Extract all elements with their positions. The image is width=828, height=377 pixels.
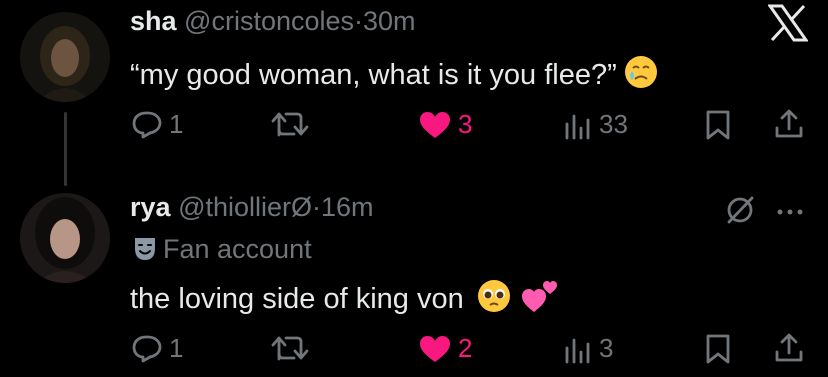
- separator-dot: ·: [354, 6, 364, 36]
- retweet-button[interactable]: [270, 109, 310, 139]
- avatar-sha[interactable]: [20, 12, 110, 102]
- pleading-face-icon: [476, 278, 512, 323]
- share-button[interactable]: [774, 331, 804, 365]
- like-button[interactable]: 3: [418, 109, 472, 140]
- tweet-text-row: the loving side of king von: [130, 276, 560, 323]
- bookmark-icon: [706, 110, 730, 140]
- user-handle[interactable]: @cristoncoles: [184, 6, 354, 36]
- heart-filled-icon: [420, 335, 450, 362]
- fan-account-label: Fan account: [133, 232, 312, 270]
- share-icon: [775, 109, 803, 138]
- view-count: 3: [599, 333, 614, 363]
- like-count: 2: [458, 333, 473, 363]
- bookmark-icon: [706, 334, 730, 364]
- bookmark-button[interactable]: [704, 109, 732, 141]
- grok-icon[interactable]: [724, 194, 756, 231]
- x-logo-icon[interactable]: [767, 4, 809, 47]
- reply-count: 1: [169, 333, 184, 363]
- reply-button[interactable]: 1: [131, 333, 183, 364]
- two-hearts-icon: [520, 276, 560, 323]
- reply-icon: [132, 335, 162, 362]
- tweet-text-row: “my good woman, what is it you flee?”: [130, 54, 659, 99]
- tweet-text: “my good woman, what is it you flee?”: [130, 59, 617, 91]
- reply-button[interactable]: 1: [131, 109, 183, 140]
- like-count: 3: [458, 109, 473, 139]
- share-icon: [775, 333, 803, 362]
- heart-filled-icon: [420, 111, 450, 138]
- avatar-photo-rya: [20, 193, 110, 283]
- reply-icon: [132, 111, 162, 138]
- face-holding-back-tears-icon: [623, 54, 659, 99]
- theater-masks-icon: [133, 236, 157, 270]
- like-button[interactable]: 2: [418, 333, 472, 364]
- timestamp[interactable]: 16m: [321, 192, 374, 222]
- tweet-text: the loving side of king von: [130, 283, 464, 315]
- avatar-photo-sha: [20, 12, 110, 102]
- views-button[interactable]: 3: [563, 333, 613, 364]
- retweet-icon: [271, 336, 309, 361]
- retweet-icon: [271, 112, 309, 137]
- avatar-rya[interactable]: [20, 193, 110, 283]
- views-chart-icon: [565, 114, 590, 139]
- tweet-header: sha @cristoncoles·30m: [130, 4, 416, 38]
- share-button[interactable]: [774, 107, 804, 141]
- views-button[interactable]: 33: [563, 109, 628, 140]
- view-count: 33: [599, 109, 628, 139]
- display-name[interactable]: sha: [130, 6, 177, 36]
- display-name[interactable]: rya: [130, 192, 171, 222]
- tweet-header: rya @thiollierØ·16m: [130, 190, 374, 224]
- timestamp[interactable]: 30m: [363, 6, 416, 36]
- bookmark-button[interactable]: [704, 333, 732, 365]
- more-options-icon[interactable]: [776, 204, 804, 222]
- views-chart-icon: [565, 338, 590, 363]
- user-handle[interactable]: @thiollierØ: [178, 192, 312, 222]
- retweet-button[interactable]: [270, 333, 310, 363]
- fan-account-text: Fan account: [163, 234, 312, 264]
- thread-connector-line: [64, 112, 67, 186]
- separator-dot: ·: [312, 192, 322, 222]
- reply-count: 1: [169, 109, 184, 139]
